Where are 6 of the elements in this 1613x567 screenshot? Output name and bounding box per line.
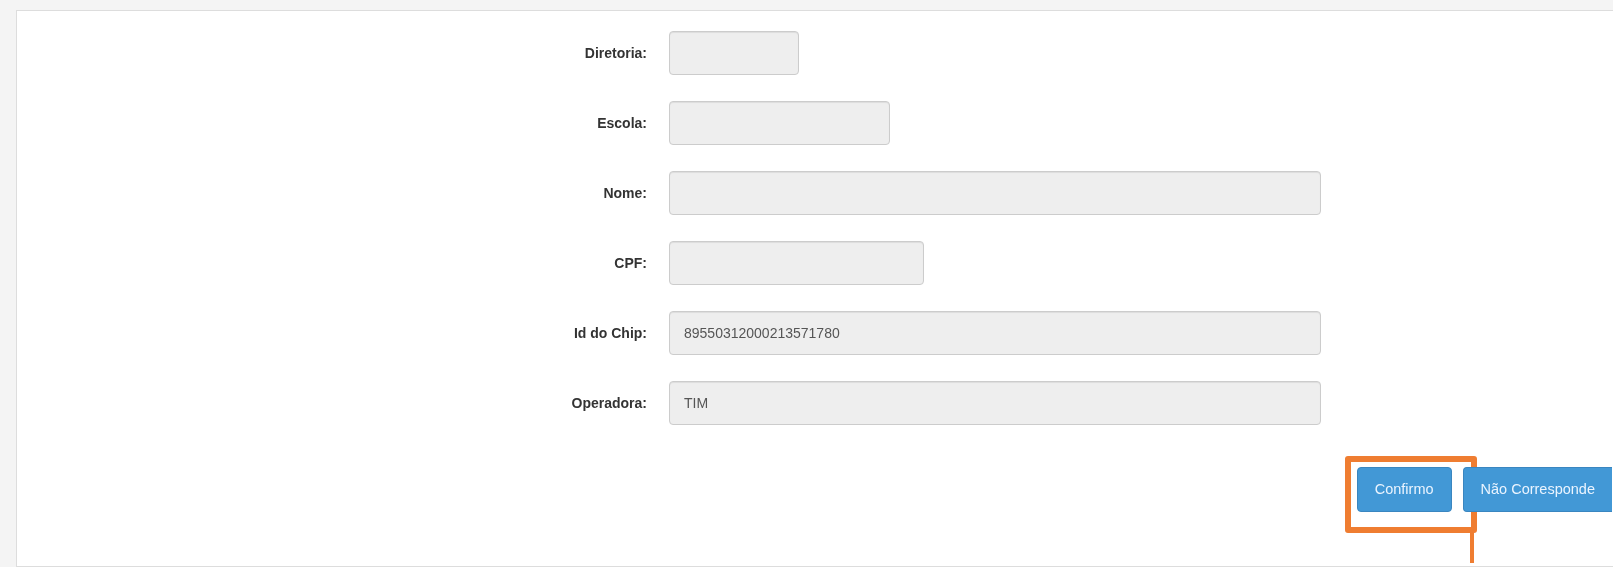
field-label: Id do Chip: bbox=[572, 323, 648, 343]
field-label: Escola: bbox=[596, 113, 648, 133]
field-label: Nome: bbox=[602, 183, 648, 203]
field-label: CPF: bbox=[613, 253, 648, 273]
field-label: Operadora: bbox=[570, 393, 648, 413]
field-label: Diretoria: bbox=[583, 43, 648, 63]
